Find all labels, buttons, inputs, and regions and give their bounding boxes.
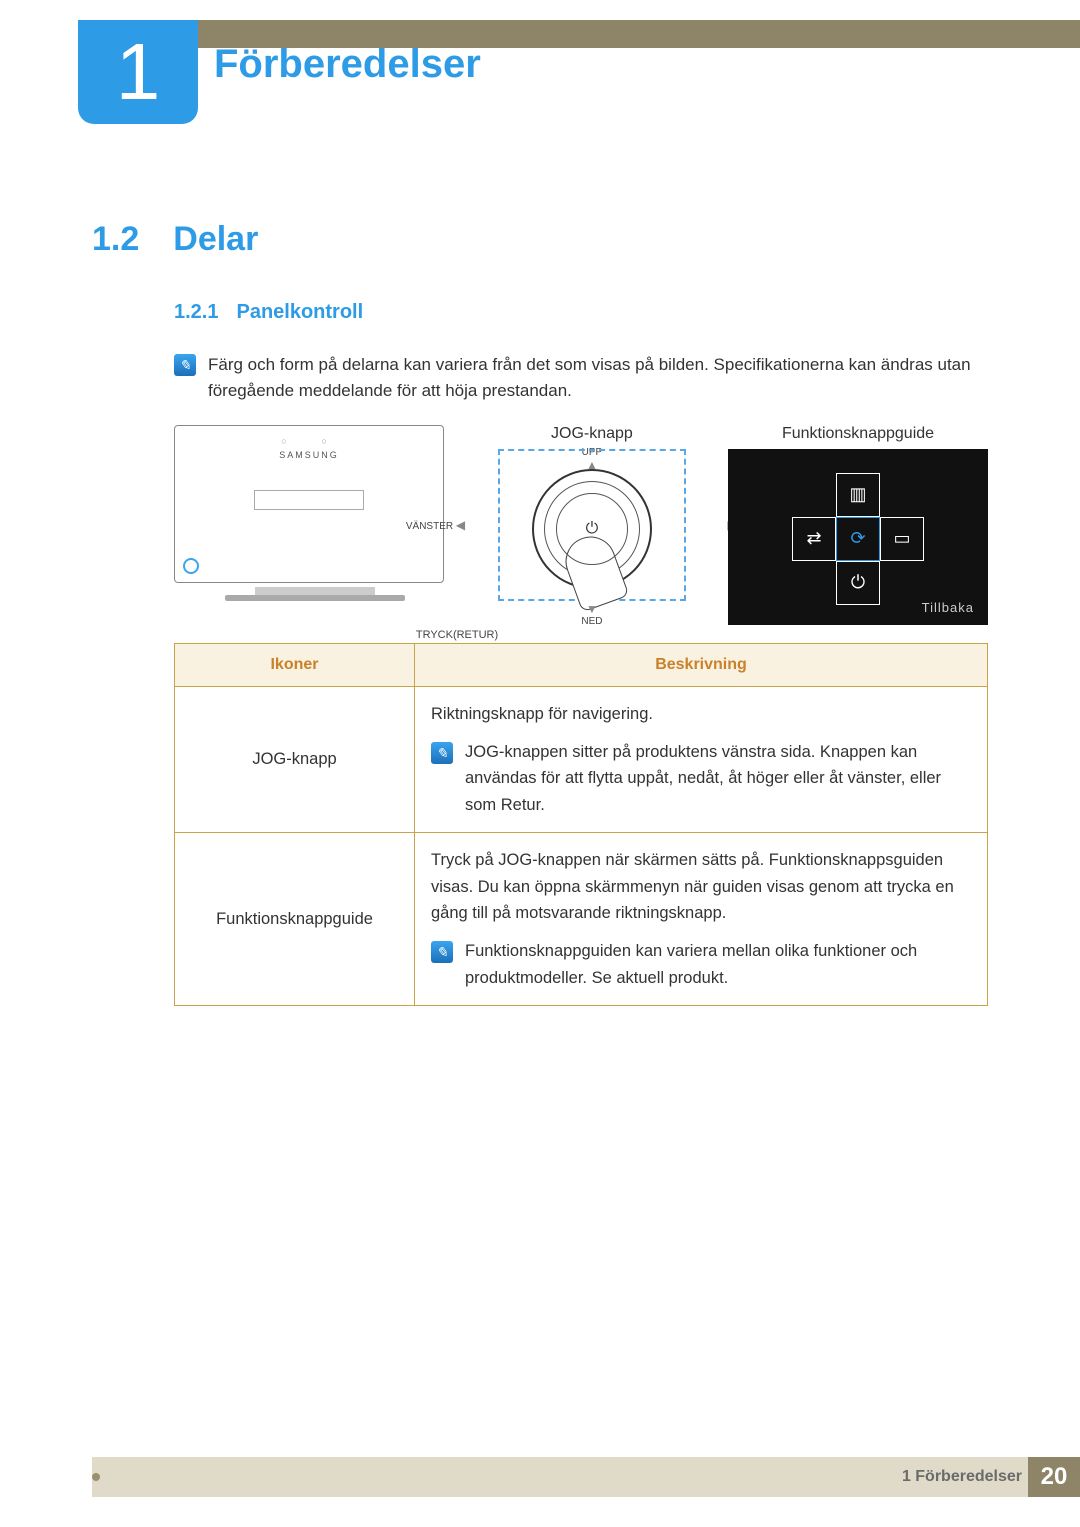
- desc-note: Funktionsknappguiden kan variera mellan …: [465, 938, 971, 991]
- intro-note-text: Färg och form på delarna kan variera frå…: [208, 352, 988, 405]
- note-icon: ✎: [431, 941, 453, 963]
- page-number: 20: [1028, 1457, 1080, 1497]
- jog-location-icon: [183, 558, 199, 574]
- arrow-left-icon: ◀: [456, 518, 465, 532]
- desc-main: Tryck på JOG-knappen när skärmen sätts p…: [431, 847, 971, 926]
- arrow-down-icon: ▼: [586, 602, 598, 616]
- menu-grid-icon: ▥: [849, 484, 866, 505]
- cell-icon-label: JOG-knapp: [175, 686, 415, 833]
- cell-icon-label: Funktionsknappguide: [175, 833, 415, 1006]
- diagram-row: ○ ○ SAMSUNG JOG-knapp UPP▲ ⏻ VÄNSTER ◀: [174, 425, 988, 625]
- subsection-heading: 1.2.1 Panelkontroll: [174, 301, 988, 324]
- section-title: Delar: [173, 220, 258, 259]
- refresh-icon: ⟳: [850, 528, 865, 549]
- label-down: NED: [581, 616, 602, 627]
- chapter-badge: 1: [78, 20, 198, 124]
- cell-desc: Riktningsknapp för navigering. ✎ JOG-kna…: [415, 686, 988, 833]
- th-desc: Beskrivning: [415, 643, 988, 686]
- finger-icon: [558, 529, 629, 612]
- power-icon: ⏻: [851, 572, 865, 593]
- subsection-number: 1.2.1: [174, 301, 218, 324]
- chapter-title: Förberedelser: [214, 42, 481, 87]
- jog-title: JOG-knapp: [456, 425, 728, 443]
- desc-note: JOG-knappen sitter på produktens vänstra…: [465, 739, 971, 818]
- note-icon: ✎: [174, 354, 196, 376]
- guide-back-label: Tillbaka: [922, 600, 974, 615]
- spec-table: Ikoner Beskrivning JOG-knapp Riktningskn…: [174, 643, 988, 1007]
- label-left: VÄNSTER: [406, 521, 453, 532]
- swap-icon: ⇄: [806, 528, 821, 549]
- label-press: TRYCK(RETUR): [416, 629, 498, 641]
- intro-note: ✎ Färg och form på delarna kan variera f…: [174, 352, 988, 405]
- chapter-number: 1: [116, 32, 161, 112]
- section-number: 1.2: [92, 220, 139, 259]
- guide-title: Funktionsknappguide: [728, 425, 988, 443]
- note-icon: ✎: [431, 742, 453, 764]
- desc-main: Riktningsknapp för navigering.: [431, 701, 971, 727]
- table-row: JOG-knapp Riktningsknapp för navigering.…: [175, 686, 988, 833]
- monitor-brand: SAMSUNG: [279, 450, 339, 460]
- monitor-diagram: ○ ○ SAMSUNG: [174, 425, 456, 601]
- subsection-title: Panelkontroll: [236, 301, 363, 324]
- table-row: Funktionsknappguide Tryck på JOG-knappen…: [175, 833, 988, 1006]
- power-glyph-icon: ⏻: [586, 520, 599, 538]
- cell-desc: Tryck på JOG-knappen när skärmen sätts p…: [415, 833, 988, 1006]
- section-heading: 1.2 Delar: [92, 220, 988, 259]
- th-icons: Ikoner: [175, 643, 415, 686]
- jog-diagram: JOG-knapp UPP▲ ⏻ VÄNSTER ◀ ▶ HÖGER ▼NED …: [456, 425, 728, 601]
- pip-icon: ▭: [893, 528, 910, 549]
- footer-text: 1 Förberedelser: [902, 1468, 1022, 1486]
- footer: 1 Förberedelser 20: [92, 1457, 1080, 1497]
- function-guide: Funktionsknappguide ▥ ⇄ ⟳ ▭ ⏻ Tillbaka: [728, 425, 988, 625]
